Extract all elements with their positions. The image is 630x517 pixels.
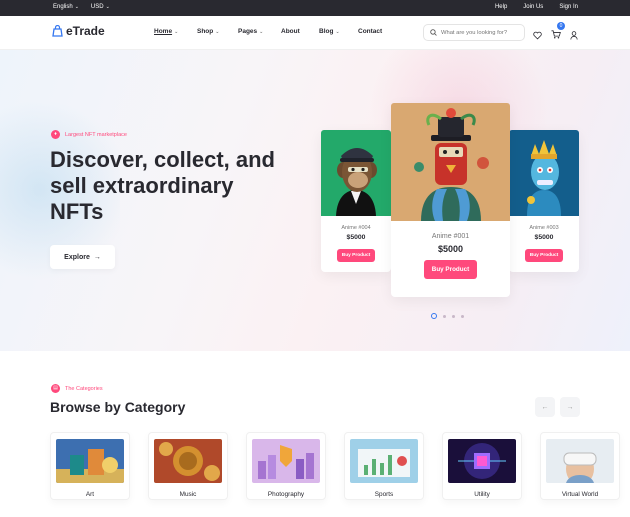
category-card-utility[interactable]: Utility <box>442 432 522 500</box>
nft-name: Anime #004 <box>341 225 371 231</box>
hero-eyebrow-text: Largest NFT marketplace <box>65 131 127 138</box>
currency-label: USD <box>90 4 104 10</box>
arrow-left-button[interactable]: ← <box>535 397 555 417</box>
carousel-dot[interactable] <box>452 314 455 318</box>
category-card-sports[interactable]: Sports <box>344 432 424 500</box>
hero-eyebrow: ♦ Largest NFT marketplace <box>51 130 127 139</box>
search-box[interactable] <box>423 24 525 41</box>
search-input[interactable] <box>441 29 523 36</box>
nav-item-pages[interactable]: Pages ⌄ <box>238 28 281 35</box>
explore-button[interactable]: Explore → <box>50 245 115 269</box>
nft-image <box>509 130 579 216</box>
nav-label: Blog <box>319 28 334 35</box>
shopping-bag-icon <box>52 25 63 37</box>
nft-price: $5000 <box>534 234 554 241</box>
carousel-dots <box>431 313 464 319</box>
chevron-down-icon: ⌄ <box>335 28 340 35</box>
main-nav: Home ⌄ Shop ⌄ Pages ⌄ About Blog ⌄ Contact <box>154 28 382 35</box>
nav-item-blog[interactable]: Blog ⌄ <box>319 28 358 35</box>
logo[interactable]: eTrade <box>52 24 105 38</box>
chevron-down-icon: ⌄ <box>74 4 79 10</box>
nav-item-home[interactable]: Home ⌄ <box>154 28 197 35</box>
category-label: Sports <box>374 491 394 498</box>
category-image <box>56 439 124 483</box>
arrow-right-button[interactable]: → <box>560 397 580 417</box>
site-header: eTrade Home ⌄ Shop ⌄ Pages ⌄ About Blog ⌄ Co… <box>0 16 630 50</box>
arrow-right-icon: → <box>93 253 101 261</box>
sign-in-link[interactable]: Sign In <box>559 4 578 10</box>
nav-label: Pages <box>238 28 258 35</box>
currency-select[interactable]: USD ⌄ <box>91 4 110 10</box>
nft-image <box>391 103 510 221</box>
category-label: Photography <box>267 491 305 498</box>
categories-title: Browse by Category <box>50 399 186 415</box>
category-list: Art Music Photography Sports Utility Vir… <box>50 432 620 500</box>
chevron-down-icon: ⌄ <box>174 28 179 35</box>
search-icon <box>430 29 437 36</box>
arrow-right-icon: → <box>566 403 574 411</box>
language-select[interactable]: English ⌄ <box>53 4 79 10</box>
categories-eyebrow: ▤ The Categories <box>51 384 103 393</box>
carousel-dot[interactable] <box>431 313 437 319</box>
nav-label: Home <box>154 28 173 35</box>
buy-product-button[interactable]: Buy Product <box>336 249 376 262</box>
category-image <box>154 439 222 483</box>
category-card-music[interactable]: Music <box>148 432 228 500</box>
category-label: Virtual World <box>561 491 599 498</box>
join-us-link[interactable]: Join Us <box>523 4 543 10</box>
nft-card-featured[interactable]: Anime #001 $5000 Buy Product <box>391 103 510 297</box>
category-slider-arrows: ← → <box>535 397 580 417</box>
carousel-dot[interactable] <box>461 314 464 318</box>
nav-item-about[interactable]: About <box>281 28 319 35</box>
help-link[interactable]: Help <box>495 4 507 10</box>
cart-button[interactable]: 0 <box>551 22 565 44</box>
nav-label: Shop <box>197 28 214 35</box>
tag-icon: ▤ <box>51 384 60 393</box>
hero-title: Discover, collect, and sell extraordinar… <box>50 147 275 224</box>
chevron-down-icon: ⌄ <box>215 28 220 35</box>
category-image <box>448 439 516 483</box>
category-label: Art <box>85 491 95 498</box>
nft-name: Anime #001 <box>431 233 470 240</box>
language-label: English <box>53 4 73 10</box>
hero-section: ♦ Largest NFT marketplace Discover, coll… <box>0 50 630 351</box>
user-icon[interactable] <box>570 30 578 40</box>
logo-text: eTrade <box>66 24 105 38</box>
category-card-photography[interactable]: Photography <box>246 432 326 500</box>
chevron-down-icon: ⌄ <box>259 28 264 35</box>
category-image <box>350 439 418 483</box>
fire-icon: ♦ <box>51 130 60 139</box>
top-bar: English ⌄ USD ⌄ Help Join Us Sign In <box>0 0 630 16</box>
categories-eyebrow-text: The Categories <box>65 385 103 392</box>
category-image <box>546 439 614 483</box>
nft-price: $5000 <box>346 234 366 241</box>
category-label: Music <box>179 491 197 498</box>
category-image <box>252 439 320 483</box>
nft-image <box>321 130 391 216</box>
buy-product-button[interactable]: Buy Product <box>524 249 564 262</box>
nft-card[interactable]: Anime #004 $5000 Buy Product <box>321 130 391 272</box>
chevron-down-icon: ⌄ <box>105 4 110 10</box>
nft-price: $5000 <box>437 244 464 254</box>
cart-icon <box>551 30 561 39</box>
category-card-virtual-world[interactable]: Virtual World <box>540 432 620 500</box>
nav-item-shop[interactable]: Shop ⌄ <box>197 28 238 35</box>
category-card-art[interactable]: Art <box>50 432 130 500</box>
nav-item-contact[interactable]: Contact <box>358 28 382 35</box>
nft-name: Anime #003 <box>529 225 559 231</box>
nav-label: Contact <box>358 28 383 35</box>
arrow-left-icon: ← <box>541 403 549 411</box>
explore-label: Explore <box>64 253 90 261</box>
nft-card[interactable]: Anime #003 $5000 Buy Product <box>509 130 579 272</box>
nav-label: About <box>281 28 300 35</box>
heart-icon[interactable] <box>533 31 542 40</box>
carousel-dot[interactable] <box>443 314 446 318</box>
cart-count-badge: 0 <box>557 22 565 30</box>
buy-product-button[interactable]: Buy Product <box>423 260 478 279</box>
category-label: Utility <box>474 491 490 498</box>
